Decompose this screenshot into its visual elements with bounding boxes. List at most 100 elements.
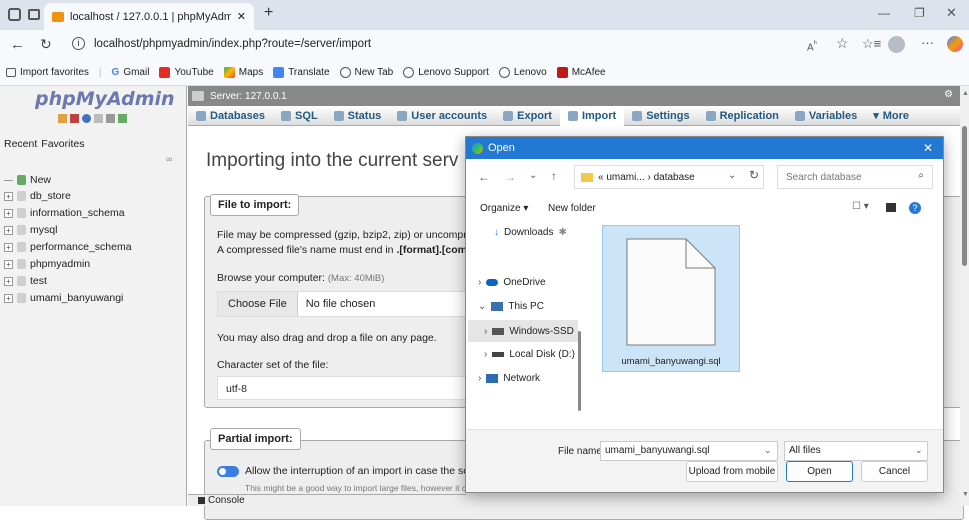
- file-item-selected[interactable]: umami_banyuwangi.sql: [602, 225, 740, 372]
- menu-import[interactable]: Import: [559, 105, 625, 126]
- fav-newtab[interactable]: New Tab: [339, 67, 393, 78]
- expand-icon[interactable]: +: [4, 242, 13, 252]
- file-name-dropdown-icon[interactable]: ⌄: [764, 445, 772, 456]
- settings-icon[interactable]: [106, 114, 115, 123]
- file-type-select[interactable]: All files: [784, 441, 928, 461]
- tab-favorites[interactable]: Favorites: [41, 138, 84, 150]
- nav-local-disk[interactable]: › Local Disk (D:): [484, 349, 575, 360]
- fav-lenovo-support[interactable]: Lenovo Support: [403, 67, 489, 78]
- minimize-icon[interactable]: —: [878, 6, 890, 20]
- tree-item-db[interactable]: + db_store: [4, 190, 71, 202]
- fav-mcafee[interactable]: McAfee: [556, 67, 606, 78]
- tree-item-db[interactable]: + umami_banyuwangi: [4, 292, 123, 304]
- fav-maps[interactable]: Maps: [223, 67, 263, 78]
- menu-user-accounts[interactable]: User accounts: [389, 106, 495, 126]
- expand-icon[interactable]: +: [4, 276, 13, 286]
- tree-item-db[interactable]: + performance_schema: [4, 241, 132, 253]
- more-icon[interactable]: ···: [921, 35, 934, 50]
- dialog-refresh-icon[interactable]: ↻: [749, 168, 759, 182]
- scrollbar-thumb[interactable]: [962, 126, 967, 266]
- choose-file-button[interactable]: Choose File: [218, 292, 298, 316]
- settings-gear-icon[interactable]: ⚙: [944, 89, 953, 100]
- tab-actions-icon[interactable]: [28, 9, 40, 20]
- new-folder-button[interactable]: New folder: [548, 203, 596, 214]
- link-icon[interactable]: ∞: [166, 154, 172, 164]
- menu-replication[interactable]: Replication: [698, 106, 787, 126]
- favorites-icon[interactable]: ☆≡: [862, 36, 881, 52]
- fav-youtube[interactable]: YouTube: [159, 67, 214, 78]
- menu-sql[interactable]: SQL: [273, 106, 326, 126]
- nav-scrollbar[interactable]: [578, 331, 581, 411]
- expand-icon[interactable]: +: [4, 208, 13, 218]
- docs-icon[interactable]: [94, 114, 103, 123]
- open-button[interactable]: Open: [786, 461, 853, 482]
- logout-icon[interactable]: [70, 114, 79, 123]
- new-tab-icon[interactable]: +: [264, 4, 273, 22]
- cancel-button[interactable]: Cancel: [861, 461, 928, 482]
- home-icon[interactable]: [58, 114, 67, 123]
- charset-select[interactable]: utf-8: [217, 376, 467, 400]
- close-tab-icon[interactable]: ✕: [237, 10, 246, 23]
- menu-more[interactable]: ▾ More: [865, 106, 917, 126]
- nav-network[interactable]: › Network: [478, 373, 540, 384]
- menu-status[interactable]: Status: [326, 106, 390, 126]
- read-aloud-icon[interactable]: Aʰ: [807, 38, 817, 53]
- browser-tab[interactable]: localhost / 127.0.0.1 | phpMyAdm ✕: [44, 3, 254, 30]
- upload-from-mobile-button[interactable]: Upload from mobile: [686, 461, 778, 482]
- menu-databases[interactable]: Databases: [188, 106, 273, 126]
- interrupt-toggle[interactable]: [217, 466, 239, 477]
- server-label[interactable]: Server: 127.0.0.1: [210, 91, 287, 102]
- workspaces-icon[interactable]: [8, 8, 21, 21]
- tree-item-db[interactable]: + test: [4, 275, 47, 287]
- refresh-icon[interactable]: ↻: [40, 36, 52, 53]
- page-scrollbar[interactable]: ▲ ▼: [960, 86, 969, 506]
- dialog-up-icon[interactable]: ↑: [551, 169, 557, 183]
- profile-avatar[interactable]: [888, 36, 905, 53]
- view-options-icon[interactable]: ☐ ▾: [852, 201, 869, 212]
- file-type-dropdown-icon[interactable]: ⌄: [915, 445, 923, 456]
- maximize-icon[interactable]: ❐: [914, 6, 925, 20]
- reload-icon[interactable]: [118, 114, 127, 123]
- file-name-input[interactable]: umami_banyuwangi.sql: [600, 441, 778, 461]
- tree-item-db[interactable]: + phpmyadmin: [4, 258, 90, 270]
- pma-logo[interactable]: phpMyAdmin: [35, 88, 175, 110]
- help-icon[interactable]: [82, 114, 91, 123]
- nav-downloads[interactable]: ↓ Downloads ✱: [494, 227, 567, 238]
- page-title: Importing into the current serv: [206, 150, 459, 171]
- tree-item-new[interactable]: New: [4, 174, 51, 186]
- dialog-back-icon[interactable]: ←: [478, 170, 490, 184]
- tab-recent[interactable]: Recent: [4, 138, 37, 150]
- expand-icon[interactable]: +: [4, 225, 13, 235]
- dialog-close-icon[interactable]: ✕: [923, 141, 933, 155]
- nav-this-pc[interactable]: ⌄ This PC: [478, 301, 544, 312]
- info-icon[interactable]: i: [72, 37, 85, 50]
- address-dropdown-icon[interactable]: ⌄: [728, 170, 736, 181]
- back-icon[interactable]: ←: [10, 36, 25, 53]
- console-bar[interactable]: Console: [188, 494, 466, 506]
- nav-windows-ssd[interactable]: › Windows-SSD: [468, 320, 578, 342]
- menu-settings[interactable]: Settings: [624, 106, 697, 126]
- favorite-star-icon[interactable]: ☆: [836, 35, 849, 52]
- url-text[interactable]: localhost/phpmyadmin/index.php?route=/se…: [94, 38, 371, 50]
- fav-gmail[interactable]: G Gmail: [112, 67, 150, 78]
- file-input[interactable]: Choose File No file chosen: [217, 291, 467, 317]
- help-icon[interactable]: ?: [909, 202, 921, 214]
- fav-import[interactable]: Import favorites: [6, 67, 89, 78]
- organize-button[interactable]: Organize ▾: [480, 203, 528, 214]
- dialog-forward-icon[interactable]: →: [504, 170, 516, 184]
- menu-export[interactable]: Export: [495, 106, 560, 126]
- fav-lenovo[interactable]: Lenovo: [498, 67, 547, 78]
- tree-item-db[interactable]: + mysql: [4, 224, 57, 236]
- dialog-recent-icon[interactable]: ⌄: [529, 170, 537, 181]
- fav-translate[interactable]: Translate: [273, 67, 330, 78]
- tree-item-db[interactable]: + information_schema: [4, 207, 125, 219]
- dialog-search-input[interactable]: Search database ⌕: [777, 165, 933, 189]
- menu-variables[interactable]: Variables: [787, 106, 865, 126]
- expand-icon[interactable]: +: [4, 259, 13, 269]
- nav-onedrive[interactable]: › OneDrive: [478, 277, 546, 288]
- preview-pane-icon[interactable]: [886, 203, 896, 212]
- expand-icon[interactable]: +: [4, 191, 13, 201]
- window-close-icon[interactable]: ✕: [946, 5, 957, 21]
- expand-icon[interactable]: +: [4, 293, 13, 303]
- copilot-icon[interactable]: [947, 36, 963, 52]
